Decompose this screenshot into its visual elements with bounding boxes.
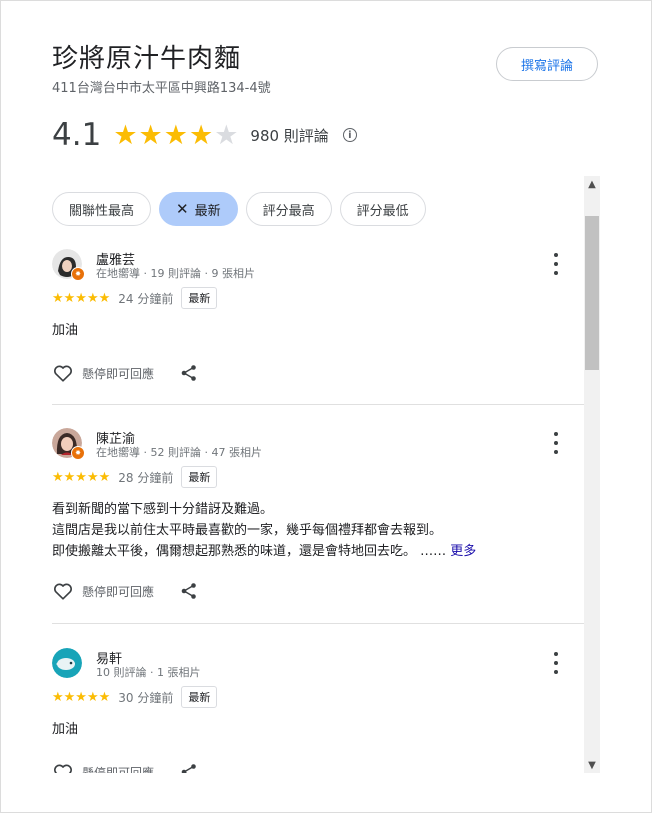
review-text-line: 加油	[52, 323, 79, 338]
review-text-line: 這間店是我以前住太平時最喜歡的一家，幾乎每個禮拜都會去報到。	[52, 523, 443, 538]
chip-label: 最新	[194, 203, 221, 219]
divider	[52, 404, 584, 405]
info-icon[interactable]: i	[342, 128, 357, 142]
scroll-down-icon[interactable]: ▼	[584, 757, 600, 773]
share-icon[interactable]	[180, 582, 198, 600]
chip-highest-rating[interactable]: 評分最高	[245, 192, 332, 226]
star-icon: ★	[113, 119, 138, 151]
reviewer-meta: 在地嚮導 · 19 則評論 · 9 張相片	[96, 267, 255, 280]
review-text-line: 看到新聞的當下感到十分錯訝及難過。	[52, 502, 274, 517]
reviewer-meta: 在地嚮導 · 52 則評論 · 47 張相片	[96, 446, 262, 459]
more-options-icon[interactable]	[548, 432, 564, 454]
review-text-line: 加油	[52, 722, 79, 737]
reviews-scroll-area[interactable]: 關聯性最高 ✕ 最新 評分最高 評分最低 ✸ 盧雅芸 在地嚮導 · 19 則評論 …	[36, 176, 584, 773]
rating-value: 4.1	[52, 117, 102, 153]
review-time: 30 分鐘前	[118, 690, 174, 705]
chip-newest[interactable]: ✕ 最新	[159, 192, 238, 226]
chip-most-relevant[interactable]: 關聯性最高	[52, 192, 152, 226]
rating-stars: ★ ★ ★ ★ ★	[113, 122, 238, 149]
heart-icon[interactable]	[52, 580, 74, 602]
local-guide-badge-icon: ✸	[71, 446, 85, 460]
review-card: ✸ 陳芷渝 在地嚮導 · 52 則評論 · 47 張相片 ★★★★★ 28 分鐘…	[52, 428, 584, 618]
chip-label: 評分最低	[356, 203, 409, 219]
avatar[interactable]: ✸	[52, 249, 85, 281]
review-actions: 懸停即可回應	[52, 361, 198, 385]
new-badge: 最新	[181, 686, 218, 708]
place-address: 411台灣台中市太平區中興路134-4號	[52, 81, 271, 96]
avatar[interactable]: ✸	[52, 428, 85, 460]
sort-chips: 關聯性最高 ✕ 最新 評分最高 評分最低	[52, 192, 426, 226]
review-text: 看到新聞的當下感到十分錯訝及難過。 這間店是我以前住太平時最喜歡的一家，幾乎每個…	[52, 499, 476, 562]
avatar-photo	[52, 648, 82, 678]
scrollbar-thumb[interactable]	[585, 216, 599, 370]
write-review-button[interactable]: 撰寫評論	[496, 47, 598, 81]
review-text: 加油	[52, 719, 78, 740]
star-empty-icon: ★	[214, 119, 239, 151]
review-count: 980 則評論	[250, 126, 329, 145]
place-title: 珍將原汁牛肉麵	[52, 44, 242, 74]
more-options-icon[interactable]	[548, 652, 564, 674]
star-icon: ★	[163, 119, 188, 151]
divider	[52, 623, 584, 624]
review-time: 28 分鐘前	[118, 470, 174, 485]
star-icon: ★	[138, 119, 163, 151]
review-card: ✸ 盧雅芸 在地嚮導 · 19 則評論 · 9 張相片 ★★★★★ 24 分鐘前…	[52, 249, 584, 399]
new-badge: 最新	[181, 466, 218, 488]
review-card: 易軒 10 則評論 · 1 張相片 ★★★★★ 30 分鐘前 最新 加油 懸停即…	[52, 648, 584, 773]
review-rating-row: ★★★★★ 30 分鐘前 最新	[52, 686, 218, 708]
react-label[interactable]: 懸停即可回應	[82, 365, 154, 382]
review-stars: ★★★★★	[52, 689, 111, 705]
local-guide-badge-icon: ✸	[71, 267, 85, 281]
review-stars: ★★★★★	[52, 469, 111, 485]
chip-label: 關聯性最高	[69, 203, 135, 219]
heart-icon[interactable]	[52, 362, 74, 384]
chip-lowest-rating[interactable]: 評分最低	[339, 192, 426, 226]
new-badge: 最新	[181, 287, 218, 309]
review-rating-row: ★★★★★ 24 分鐘前 最新	[52, 287, 218, 309]
star-icon: ★	[188, 119, 214, 151]
close-icon[interactable]: ✕	[176, 200, 189, 218]
react-label[interactable]: 懸停即可回應	[82, 764, 154, 774]
avatar[interactable]	[52, 648, 82, 678]
review-rating-row: ★★★★★ 28 分鐘前 最新	[52, 466, 218, 488]
scrollbar[interactable]: ▲ ▼	[584, 176, 600, 773]
chip-label: 評分最高	[262, 203, 315, 219]
read-more-link[interactable]: 更多	[450, 544, 476, 559]
react-label[interactable]: 懸停即可回應	[82, 583, 154, 600]
heart-icon[interactable]	[52, 761, 74, 773]
review-stars: ★★★★★	[52, 290, 111, 306]
review-actions: 懸停即可回應	[52, 579, 198, 603]
review-text-line: 即使搬離太平後，偶爾想起那熟悉的味道，還是會特地回去吃。 ……	[52, 544, 447, 559]
rating-summary: 4.1 ★ ★ ★ ★ ★ 980 則評論 i	[52, 113, 357, 157]
more-options-icon[interactable]	[548, 253, 564, 275]
share-icon[interactable]	[180, 364, 198, 382]
review-text: 加油	[52, 320, 78, 341]
review-time: 24 分鐘前	[118, 291, 174, 306]
share-icon[interactable]	[180, 763, 198, 773]
scroll-up-icon[interactable]: ▲	[584, 176, 600, 192]
review-actions: 懸停即可回應	[52, 760, 198, 773]
reviewer-meta: 10 則評論 · 1 張相片	[96, 666, 201, 679]
